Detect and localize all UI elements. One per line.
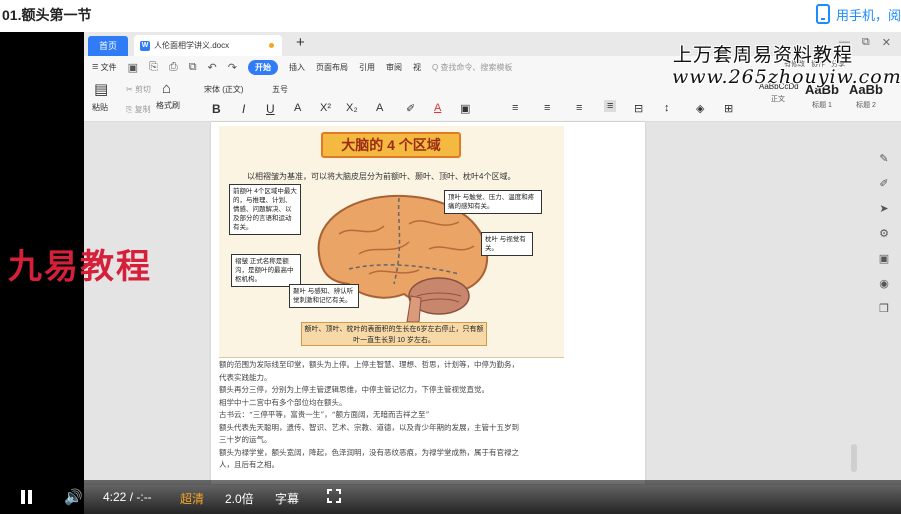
new-tab-button[interactable]: +: [296, 34, 305, 51]
subtitles-button[interactable]: 字幕: [275, 490, 299, 507]
document-canvas[interactable]: 大脑的 4 个区域 以相褶皱为基准，可以将大脑皮层分为前额叶、颞叶、顶叶、枕叶4…: [84, 122, 901, 484]
word-doc-icon: W: [140, 40, 150, 51]
cut-button[interactable]: ✂ 剪切: [126, 84, 151, 95]
location-icon[interactable]: ◉: [879, 277, 889, 290]
paste-icon[interactable]: ▤: [94, 80, 108, 98]
distribute-button[interactable]: ⊟: [634, 102, 643, 115]
menu-file[interactable]: ≡ 文件: [92, 61, 117, 73]
align-center-button[interactable]: ≡: [544, 102, 550, 114]
quality-button[interactable]: 超清: [180, 490, 204, 507]
redo-icon[interactable]: ↷: [228, 61, 237, 74]
justify-button[interactable]: ≡: [604, 100, 617, 112]
export-icon[interactable]: ⎘: [149, 61, 158, 74]
font-color-button[interactable]: A: [434, 102, 441, 114]
copy-button[interactable]: ⎘ 复制: [126, 104, 151, 115]
body-line: 额头再分三停，分别为上停主管逻辑思维，中停主管记忆力，下停主管视觉直觉。: [219, 385, 489, 394]
command-search[interactable]: Q 查找命令、搜索模板: [432, 62, 512, 73]
callout-occipital: 枕叶 与视觉有关。: [481, 232, 533, 256]
line-spacing-button[interactable]: ↕: [664, 102, 670, 114]
shading-button[interactable]: ◈: [696, 102, 704, 115]
hamburger-icon: ≡: [92, 61, 99, 73]
body-line: 古书云：“三停平等，富贵一生”，“额方面阔，无暗而吉祥之至”: [219, 410, 430, 419]
tab-home[interactable]: 首页: [88, 36, 128, 56]
copy-icon: ⎘: [126, 105, 133, 114]
callout-temporal: 颞叶 与感知、辨认听觉刺激和记忆有关。: [289, 284, 359, 308]
figure-title: 大脑的 4 个区域: [321, 132, 461, 158]
menu-start[interactable]: 开始: [247, 59, 278, 75]
body-line: 三十岁的运气。: [219, 435, 272, 444]
phone-read-label: 用手机，阅: [835, 7, 901, 23]
body-text[interactable]: 额的范围为发际线至印堂，额头为上停。上停主智慧、理想、哲思，计划等，中停为勤务，…: [219, 359, 639, 472]
body-line: 额的范围为发际线至印堂，额头为上停。上停主智慧、理想、哲思，计划等，中停为勤务，: [219, 360, 519, 369]
pen-icon[interactable]: ✎: [879, 152, 888, 165]
figure-caption: 以相褶皱为基准，可以将大脑皮层分为前额叶、颞叶、顶叶、枕叶4个区域。: [247, 172, 516, 181]
wps-window: 首页 W 人伦面相学讲义.docx + — ⧉ ✕ ≡ 文件 ▣ ⎘ ⎙ ⧉ ↶…: [84, 32, 901, 514]
format-painter-label: 格式刷: [156, 101, 180, 110]
preview-icon[interactable]: ⧉: [189, 61, 197, 74]
menu-layout[interactable]: 页面布局: [316, 62, 348, 73]
text-effect-button[interactable]: A: [376, 102, 383, 114]
close-icon[interactable]: ✕: [882, 36, 891, 49]
page-header: 01.额头第一节 用手机，阅: [0, 0, 901, 32]
player-controls: 🔊 4:22 / -:-- 超清 2.0倍 字幕: [0, 480, 901, 514]
superscript-button[interactable]: X²: [320, 102, 331, 114]
menu-insert[interactable]: 插入: [289, 62, 305, 73]
undo-icon[interactable]: ↶: [208, 61, 217, 74]
body-line: 额头代表先天聪明，遗传、智识、艺术、宗教、道德，以及青少年期的发展，主管十五岁到: [219, 422, 519, 432]
speed-button[interactable]: 2.0倍: [225, 490, 254, 507]
menu-review[interactable]: 审阅: [386, 62, 402, 73]
align-right-button[interactable]: ≡: [576, 102, 582, 114]
size-select[interactable]: 五号: [272, 84, 288, 95]
volume-icon[interactable]: 🔊: [64, 488, 83, 506]
image-icon[interactable]: ▣: [879, 252, 889, 265]
body-line: 代表实践能力。: [219, 372, 272, 382]
menu-references[interactable]: 引用: [359, 62, 375, 73]
paste-label: 粘贴: [92, 103, 108, 112]
callout-frontal: 前额叶 4个区域中最大的，与推理、计划、情感、问题解决、以及部分的言语和运动有关…: [229, 184, 301, 235]
callout-parietal: 顶叶 与触觉、压力、温度和疼痛的感知有关。: [444, 190, 542, 214]
cursor-icon[interactable]: ➤: [879, 202, 888, 215]
phone-icon: [815, 4, 830, 24]
italic-button[interactable]: I: [242, 102, 245, 116]
book-icon[interactable]: ❐: [879, 302, 889, 315]
watermark-line-1: 上万套周易资料教程: [673, 44, 854, 66]
pause-icon[interactable]: [20, 490, 34, 504]
tab-document-label: 人伦面相学讲义.docx: [154, 41, 230, 50]
subscript-button[interactable]: X₂: [346, 102, 358, 114]
bold-button[interactable]: B: [212, 102, 221, 116]
body-line: 人，且后有之相。: [219, 460, 279, 469]
underline-button[interactable]: U: [266, 102, 275, 116]
font-select[interactable]: 宋体 (正文): [204, 84, 244, 95]
brain-figure: 大脑的 4 个区域 以相褶皱为基准，可以将大脑皮层分为前额叶、颞叶、顶叶、枕叶4…: [219, 126, 564, 358]
callout-sulcus: 褶皱 正式名称是额沟，是额叶的最高中枢机构。: [231, 254, 301, 287]
phone-read-link[interactable]: 用手机，阅: [815, 2, 901, 26]
body-line: 额头为禄学堂，额头宽阔，降起，色泽润明，没有恶纹恶痕，为禄学堂成熟，属于有官禄之: [219, 447, 519, 457]
align-left-button[interactable]: ≡: [512, 102, 518, 114]
figure-footer: 额叶、顶叶、枕叶的表面积的生长在6岁左右停止，只有额叶一直生长到 10 岁左右。: [301, 322, 487, 346]
scissors-icon: ✂: [126, 85, 133, 94]
fullscreen-icon[interactable]: [327, 489, 341, 503]
video-player[interactable]: 九易教程 首页 W 人伦面相学讲义.docx + — ⧉ ✕ ≡ 文件 ▣ ⎘ …: [0, 32, 901, 514]
print-icon[interactable]: ⎙: [169, 61, 178, 74]
brand-overlay: 九易教程: [8, 247, 152, 287]
edit-icon[interactable]: ✐: [879, 177, 888, 190]
format-painter-icon[interactable]: ⌂: [162, 80, 171, 97]
document-page[interactable]: 大脑的 4 个区域 以相褶皱为基准，可以将大脑皮层分为前额叶、颞叶、顶叶、枕叶4…: [211, 122, 645, 484]
tab-document[interactable]: W 人伦面相学讲义.docx: [134, 35, 282, 56]
restore-icon[interactable]: ⧉: [862, 36, 870, 49]
time-display: 4:22 / -:--: [103, 490, 152, 504]
page-title: 01.额头第一节: [2, 7, 92, 23]
strikethrough-button[interactable]: A: [294, 102, 301, 114]
menu-view[interactable]: 视: [413, 62, 421, 73]
watermark-line-2: www.265zhouyiw.com: [672, 66, 901, 88]
highlight-button[interactable]: ✐: [406, 102, 415, 115]
body-line: 相学中十二宫中有多个部位均在额头。: [219, 397, 347, 407]
save-icon[interactable]: ▣: [128, 61, 138, 74]
right-toolbar: ✎ ✐ ➤ ⚙ ▣ ◉ ❐: [874, 152, 894, 315]
settings-icon[interactable]: ⚙: [879, 227, 889, 240]
vertical-scrollbar[interactable]: [851, 444, 857, 472]
borders-button[interactable]: ⊞: [724, 102, 733, 115]
unsaved-dot-icon: [269, 43, 274, 48]
char-border-button[interactable]: ▣: [460, 102, 470, 115]
